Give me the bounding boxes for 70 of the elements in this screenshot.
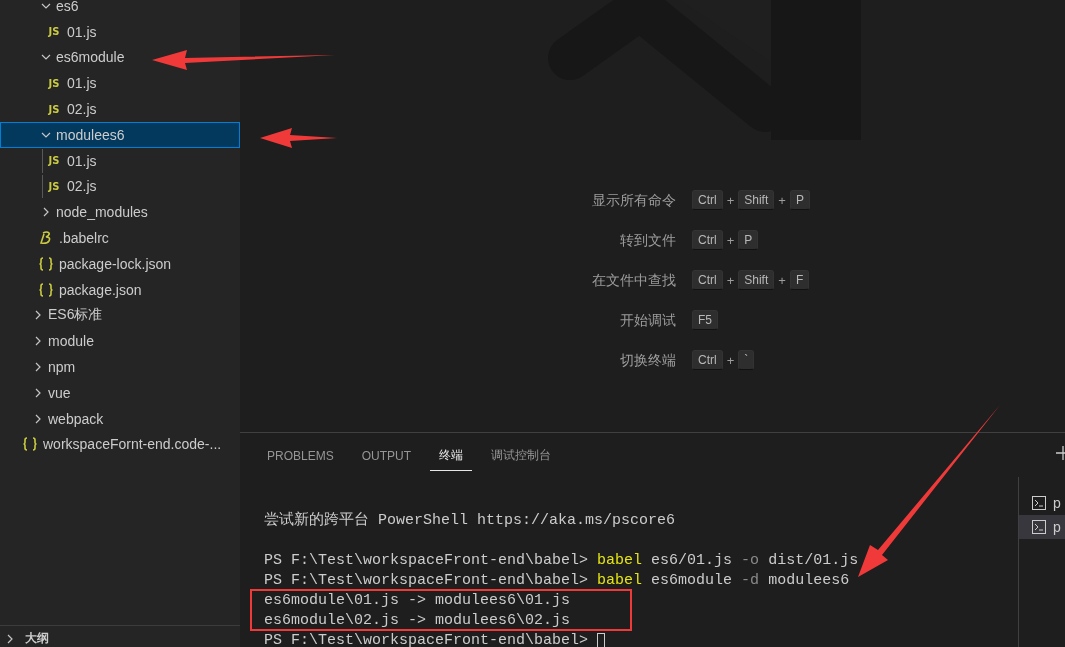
keycap: Shift xyxy=(738,270,775,290)
plus-sign: + xyxy=(778,272,786,288)
shortcut-label: 开始调试 xyxy=(619,311,676,330)
js-file-icon: JS xyxy=(46,153,62,168)
file-item[interactable]: JS 01.js xyxy=(0,147,240,174)
keycap: F xyxy=(789,270,810,290)
terminal-line: es6module\01.js -> modulees6\01.js xyxy=(264,591,572,611)
file-item[interactable]: workspaceFornt-end.code-... xyxy=(0,431,240,458)
terminal-line: PS F:\Test\workspaceFront-end\babel> xyxy=(264,631,1018,647)
keycap: ` xyxy=(738,350,755,370)
panel-tab[interactable]: 终端 xyxy=(430,439,473,471)
braces-icon xyxy=(22,437,38,452)
shortcut-label: 转到文件 xyxy=(619,231,676,250)
chevron-icon[interactable] xyxy=(33,362,43,373)
panel-tab[interactable]: 调试控制台 xyxy=(482,439,561,471)
folder-item[interactable]: vue xyxy=(0,379,240,406)
braces-icon xyxy=(38,282,54,297)
terminal-icon xyxy=(1031,495,1047,511)
file-item[interactable]: JS 02.js xyxy=(0,173,240,200)
shortcut-label: 切换终端 xyxy=(619,351,676,370)
shortcut-label: 在文件中查找 xyxy=(591,271,676,290)
plus-sign: + xyxy=(726,352,735,368)
folder-item[interactable]: es6module xyxy=(0,44,240,71)
keycap: F5 xyxy=(692,310,718,330)
js-file-icon: JS xyxy=(46,179,62,194)
keycap: Ctrl xyxy=(692,350,723,370)
folder-item[interactable]: npm xyxy=(0,354,240,380)
braces-icon xyxy=(38,256,54,271)
keycap: Ctrl xyxy=(692,190,723,210)
js-file-icon: JS xyxy=(46,76,62,91)
keycap: Shift xyxy=(738,190,775,210)
plus-sign: + xyxy=(726,232,735,248)
file-item[interactable]: .babelrc xyxy=(0,225,240,251)
file-item[interactable]: JS 01.js xyxy=(0,18,240,45)
keycap: Ctrl xyxy=(692,230,723,250)
chevron-icon[interactable] xyxy=(33,336,43,347)
chevron-icon[interactable] xyxy=(41,207,51,218)
terminal-line: es6module\02.js -> modulees6\02.js xyxy=(264,611,572,631)
folder-item[interactable]: es6 xyxy=(0,0,240,19)
chevron-icon[interactable] xyxy=(33,413,43,424)
chevron-icon[interactable] xyxy=(5,633,15,644)
js-file-icon: JS xyxy=(46,102,62,117)
folder-item[interactable]: module xyxy=(0,328,240,355)
plus-sign: + xyxy=(726,272,735,288)
folder-item[interactable]: modulees6 xyxy=(0,122,240,148)
plus-sign: + xyxy=(726,192,735,208)
plus-sign: + xyxy=(778,192,786,208)
terminal-item[interactable]: p xyxy=(1019,491,1065,515)
file-item[interactable]: package.json xyxy=(0,276,240,303)
outline-header[interactable]: 大纲 xyxy=(0,625,240,647)
terminal-line: 尝试新的跨平台 PowerShell https://aka.ms/pscore6 xyxy=(264,511,677,531)
panel-tab[interactable]: PROBLEMS xyxy=(258,440,343,470)
chevron-icon[interactable] xyxy=(33,310,43,321)
folder-item[interactable]: webpack xyxy=(0,405,240,432)
shortcut-label: 显示所有命令 xyxy=(591,191,676,210)
terminal-icon xyxy=(1031,519,1047,535)
file-item[interactable]: JS 01.js xyxy=(0,70,240,97)
folder-item[interactable]: ES6标准 xyxy=(0,302,240,329)
panel-tab[interactable]: OUTPUT xyxy=(352,440,421,470)
folder-item[interactable]: node_modules xyxy=(0,199,240,226)
keycap: Ctrl xyxy=(692,270,723,290)
keycap: P xyxy=(738,230,759,250)
terminal-item[interactable]: p xyxy=(1019,515,1065,539)
terminal-line: PS F:\Test\workspaceFront-end\babel> babel es6module -d modulees6 xyxy=(264,571,851,591)
file-item[interactable]: JS 02.js xyxy=(0,96,240,122)
chevron-icon[interactable] xyxy=(33,387,43,398)
js-file-icon: JS xyxy=(46,24,62,39)
keycap: P xyxy=(789,190,810,210)
file-item[interactable]: package-lock.json xyxy=(0,250,240,277)
terminal-line: PS F:\Test\workspaceFront-end\babel> babel es6/01.js -o dist/01.js xyxy=(264,551,860,571)
